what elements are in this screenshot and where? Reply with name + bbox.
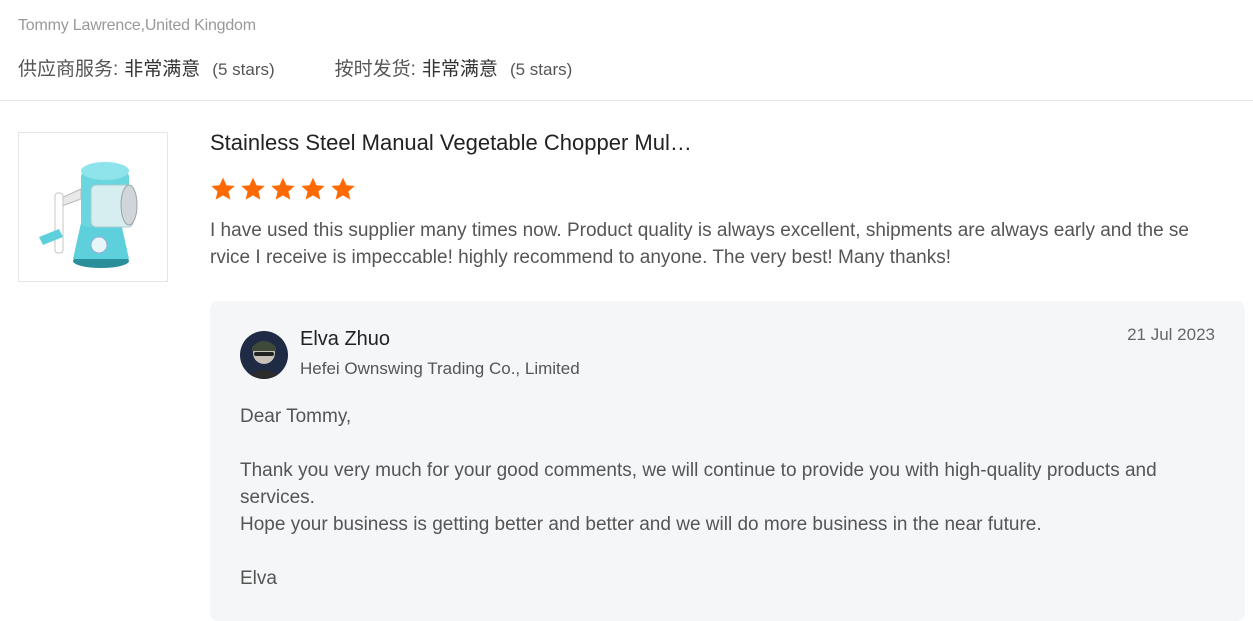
avatar-image <box>240 331 288 379</box>
vegetable-chopper-image[interactable] <box>18 132 168 282</box>
reply-date: 21 Jul 2023 <box>1127 325 1215 344</box>
rating-value: 非常满意 <box>124 59 201 80</box>
divider <box>0 100 1253 101</box>
reviewer-name-location: Tommy Lawrence,United Kingdom <box>18 17 256 34</box>
replier-name: Elva Zhuo <box>300 328 391 350</box>
rating-supplier-service: 供应商服务: 非常满意 (5 stars) <box>18 54 275 81</box>
star-icon <box>211 177 235 200</box>
star-icon <box>241 177 265 200</box>
reply-body: Dear Tommy, Thank you very much for your… <box>240 403 1220 592</box>
reply-paragraph: Hope your business is getting better and… <box>240 514 1042 535</box>
ratings-row: 供应商服务: 非常满意 (5 stars) 按时发货: 非常满意 (5 star… <box>18 54 572 81</box>
rating-stars-text: (5 stars) <box>509 60 573 79</box>
review-text: I have used this supplier many times now… <box>210 220 1189 268</box>
star-icon <box>331 177 355 200</box>
rating-stars-text: (5 stars) <box>212 60 275 79</box>
vegetable-chopper-image-graphic <box>39 162 138 268</box>
rating-on-time-delivery: 按时发货: 非常满意 (5 stars) <box>335 54 573 81</box>
reply-greeting: Dear Tommy, <box>240 406 352 427</box>
rating-label: 供应商服务: <box>18 59 119 80</box>
supplier-reply: Elva Zhuo Hefei Ownswing Trading Co., Li… <box>210 301 1245 621</box>
rating-label: 按时发货: <box>334 59 416 80</box>
reply-signoff: Elva <box>240 568 277 589</box>
replier-company: Hefei Ownswing Trading Co., Limited <box>300 359 580 378</box>
product-title[interactable]: Stainless Steel Manual Vegetable Chopper… <box>210 130 692 156</box>
product-star-rating <box>210 176 356 202</box>
rating-value: 非常满意 <box>421 59 498 80</box>
star-icon <box>271 177 295 200</box>
star-icon <box>301 177 325 200</box>
reply-paragraph: Thank you very much for your good commen… <box>240 460 1157 508</box>
avatar <box>240 331 288 379</box>
